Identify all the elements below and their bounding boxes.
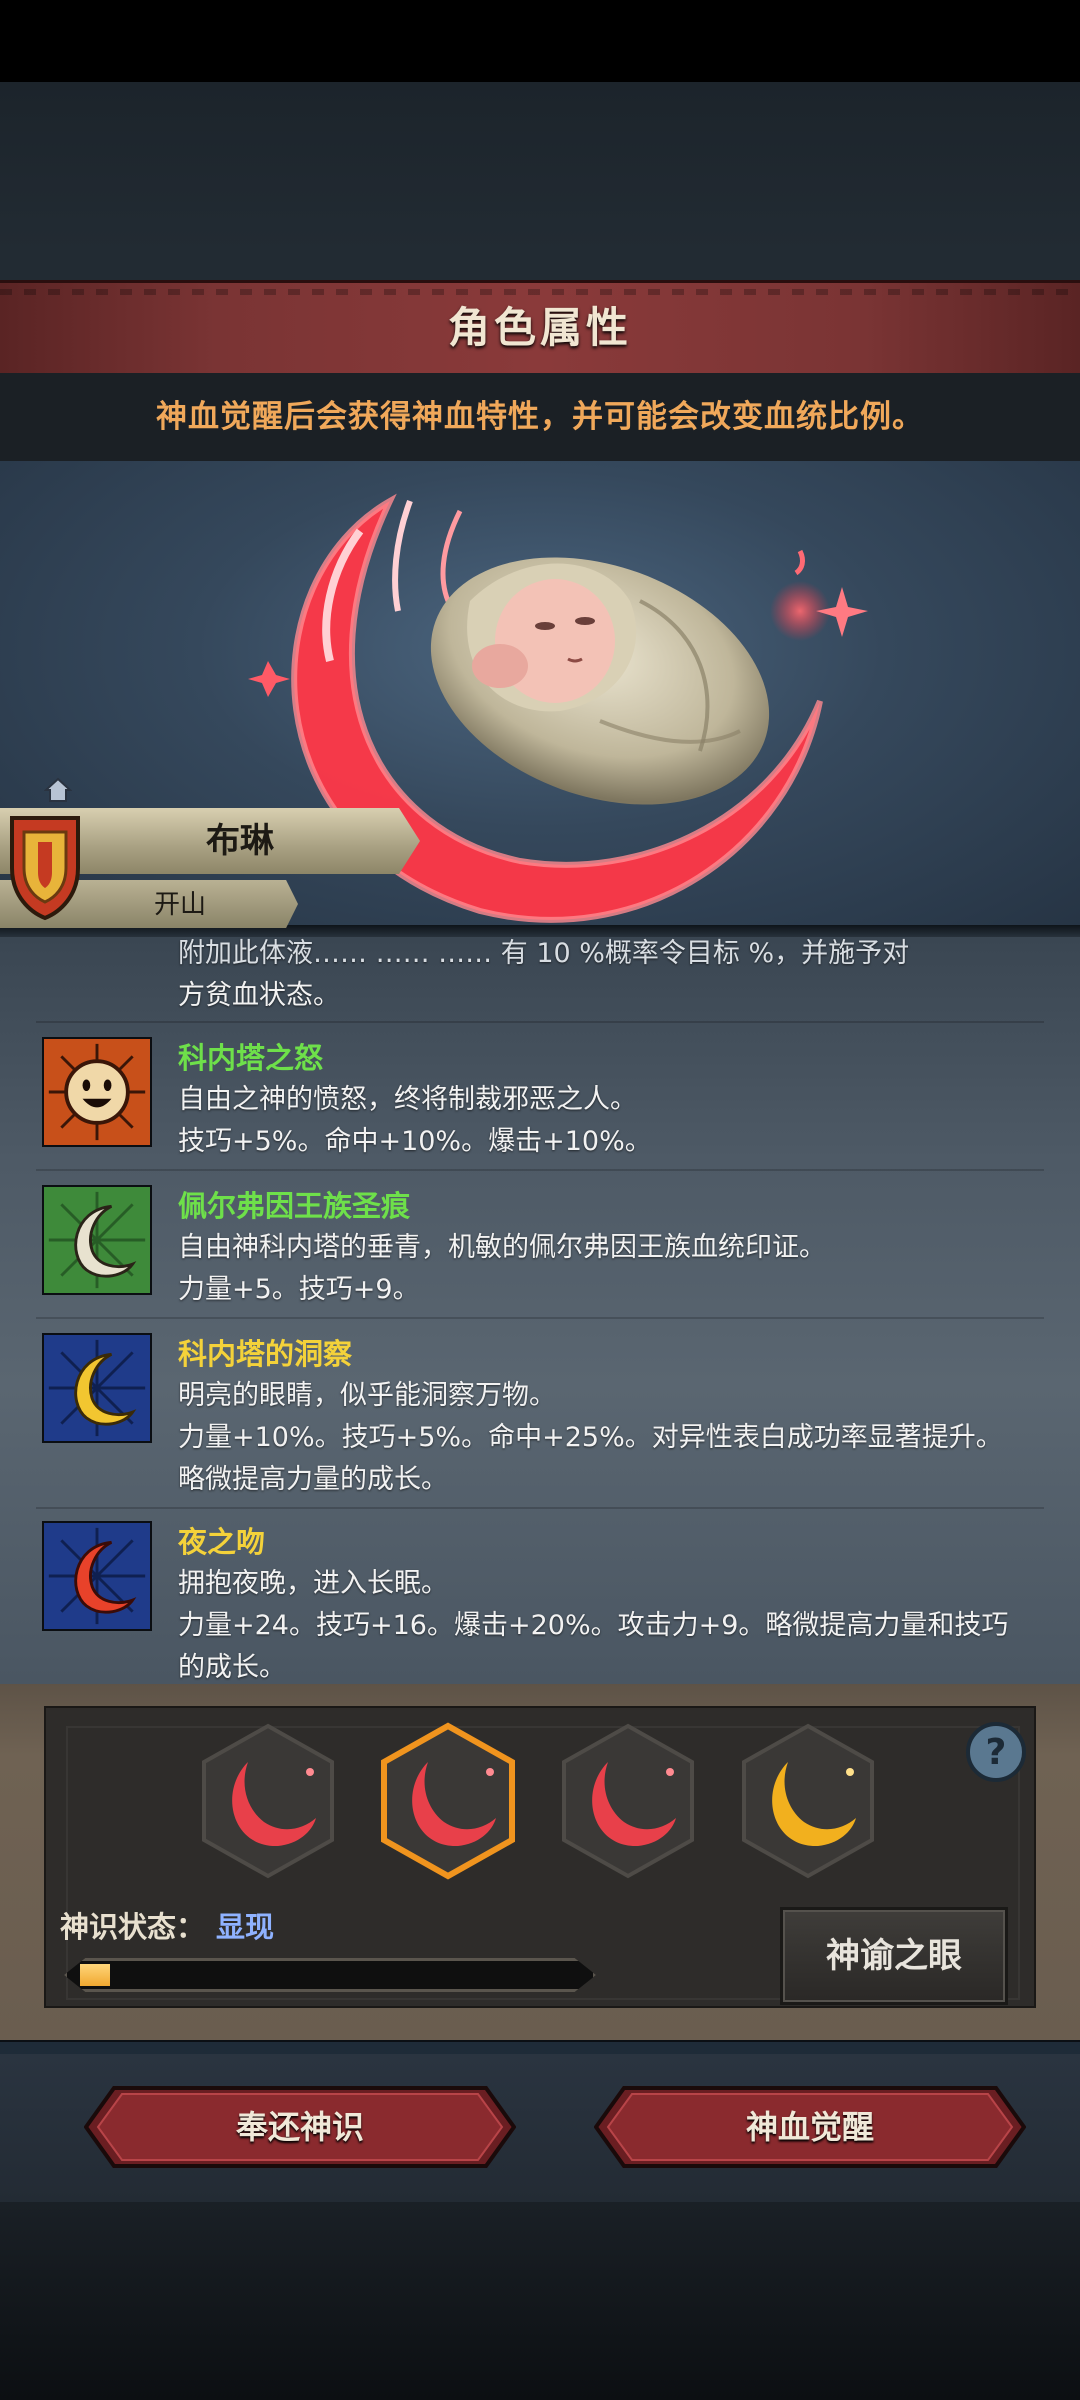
red-crescent-sigil-icon[interactable] <box>558 1722 698 1880</box>
trait-effect: 力量+10%。技巧+5%。命中+25%。对异性表白成功率显著提升。 <box>178 1422 1003 1453</box>
white-crescent-icon <box>42 1185 152 1295</box>
character-name: 布琳 <box>206 821 274 861</box>
blood-awaken-label: 神血觉醒 <box>745 2108 874 2146</box>
notice-bar: 神血觉醒后会获得神血特性，并可能会改变血统比例。 <box>0 373 1080 461</box>
red-crescent-icon <box>42 1521 152 1631</box>
title-banner: 角色属性 <box>0 280 1080 376</box>
svg-text:?: ? <box>986 1732 1007 1773</box>
bottom-bar <box>0 2202 1080 2400</box>
character-subtitle: 开山 <box>153 890 206 920</box>
trait-desc: 拥抱夜晚，进入长眠。 <box>178 1568 448 1599</box>
shield-icon <box>10 816 80 921</box>
notice-text: 神血觉醒后会获得神血特性，并可能会改变血统比例。 <box>156 399 924 435</box>
status-value: 显现 <box>216 1910 275 1944</box>
red-crescent-sigil-icon[interactable] <box>198 1722 338 1880</box>
divider <box>36 1507 1044 1509</box>
gold-crescent-icon <box>42 1333 152 1443</box>
oracle-eye-label: 神谕之眼 <box>826 1936 962 1976</box>
status-bar <box>0 0 1080 82</box>
home-icon <box>44 777 72 802</box>
status-label: 神识状态： <box>60 1910 206 1944</box>
divider <box>36 1317 1044 1319</box>
progress-bar <box>64 1958 596 1992</box>
trait-desc: 自由神科内塔的垂青，机敏的佩尔弗因王族血统印证。 <box>178 1232 826 1263</box>
page-title: 角色属性 <box>447 303 632 352</box>
gold-crescent-sigil-icon[interactable] <box>738 1722 878 1880</box>
blood-awaken-button[interactable]: 神血觉醒 <box>594 2086 1026 2168</box>
partial-trait-line: 附加此体液…… …… …… 有 10 %概率令目标 %，并施予对 <box>178 938 910 969</box>
trait-name: 科内塔的洞察 <box>178 1337 353 1371</box>
trait-desc: 自由之神的愤怒，终将制裁邪恶之人。 <box>178 1084 637 1115</box>
trait-effect: 力量+24。技巧+16。爆击+20%。攻击力+9。略微提高力量和技巧 <box>178 1610 1009 1641</box>
return-god-sense-label: 奉还神识 <box>235 2108 364 2146</box>
smiling-sun-icon <box>42 1037 152 1147</box>
trait-effect: 技巧+5%。命中+10%。爆击+10%。 <box>178 1126 652 1157</box>
progress-fill <box>80 1964 110 1986</box>
partial-trait-line: 方贫血状态。 <box>178 980 340 1011</box>
traits-list[interactable]: 附加此体液…… …… …… 有 10 %概率令目标 %，并施予对 方贫血状态。 … <box>0 937 1080 1684</box>
trait-name: 夜之吻 <box>178 1525 266 1559</box>
trait-effect: 略微提高力量的成长。 <box>178 1464 448 1495</box>
trait-name: 科内塔之怒 <box>178 1041 324 1075</box>
divider <box>36 1169 1044 1171</box>
red-crescent-sigil-icon[interactable] <box>378 1722 518 1880</box>
divider <box>36 1021 1044 1023</box>
question-mark-icon[interactable]: ? <box>964 1720 1028 1784</box>
trait-desc: 明亮的眼睛，似乎能洞察万物。 <box>178 1380 556 1411</box>
trait-effect: 的成长。 <box>178 1652 286 1683</box>
return-god-sense-button[interactable]: 奉还神识 <box>84 2086 516 2168</box>
trait-name: 佩尔弗因王族圣痕 <box>178 1189 411 1223</box>
oracle-eye-button[interactable]: 神谕之眼 <box>780 1907 1008 2005</box>
trait-effect: 力量+5。技巧+9。 <box>178 1274 420 1305</box>
